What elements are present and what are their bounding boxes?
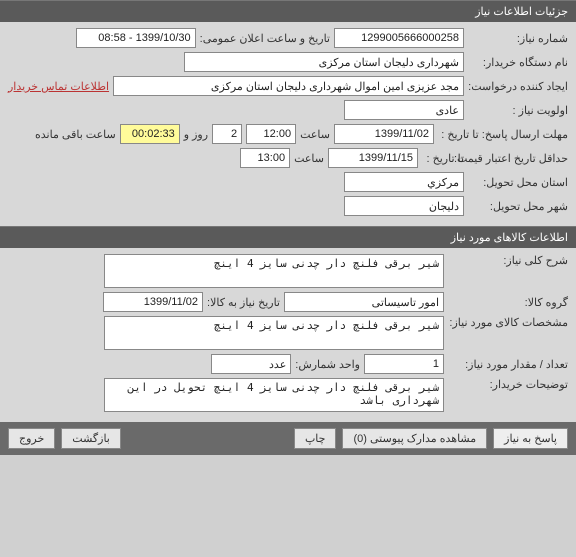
price-validity-label: حداقل تاریخ اعتبار قیمت: (468, 152, 568, 165)
goods-info-body: شرح کلی نیاز: گروه کالا: امور تاسیساتی ت… (0, 248, 576, 422)
spec-field[interactable] (104, 316, 444, 350)
need-date-label: تاریخ نیاز به کالا: (207, 296, 280, 309)
days-field: 2 (212, 124, 242, 144)
desc-field[interactable] (104, 254, 444, 288)
need-info-header: جزئیات اطلاعات نیاز (0, 0, 576, 22)
buyer-notes-label: توضیحات خریدار: (448, 378, 568, 391)
qty-field[interactable]: 1 (364, 354, 444, 374)
province-field: مركزي (344, 172, 464, 192)
price-validity-time-field: 13:00 (240, 148, 290, 168)
creator-label: ایجاد کننده درخواست: (468, 80, 568, 93)
need-number-field: 1299005666000258 (334, 28, 464, 48)
reply-button[interactable]: پاسخ به نیاز (493, 428, 568, 449)
creator-field: مجد عزیزی امین اموال شهرداری دلیجان استا… (113, 76, 464, 96)
buyer-org-field: شهرداری دلیجان استان مرکزی (184, 52, 464, 72)
contact-buyer-link[interactable]: اطلاعات تماس خریدار (8, 80, 109, 93)
city-field: دلیجان (344, 196, 464, 216)
price-validity-time-label: ساعت (294, 152, 324, 165)
need-date-field: 1399/11/02 (103, 292, 203, 312)
remaining-label: ساعت باقی مانده (35, 128, 116, 141)
days-label: روز و (184, 128, 208, 141)
qty-label: تعداد / مقدار مورد نیاز: (448, 358, 568, 371)
group-label: گروه کالا: (448, 296, 568, 309)
deadline-date-field: 1399/11/02 (334, 124, 434, 144)
group-field: امور تاسیساتی (284, 292, 444, 312)
deadline-time-field: 12:00 (246, 124, 296, 144)
public-datetime-label: تاریخ و ساعت اعلان عمومی: (200, 32, 330, 45)
unit-field: عدد (211, 354, 291, 374)
deadline-label: مهلت ارسال پاسخ: تا تاریخ : (438, 128, 568, 141)
priority-label: اولویت نیاز : (468, 104, 568, 117)
remaining-time-field: 00:02:33 (120, 124, 180, 144)
spec-label: مشخصات کالای مورد نیاز: (448, 316, 568, 329)
need-number-label: شماره نیاز: (468, 32, 568, 45)
price-validity-sub: تا تاریخ : (422, 152, 464, 165)
province-label: استان محل تحویل: (468, 176, 568, 189)
city-label: شهر محل تحویل: (468, 200, 568, 213)
exit-button[interactable]: خروج (8, 428, 55, 449)
buyer-org-label: نام دستگاه خریدار: (468, 56, 568, 69)
section1-title: جزئیات اطلاعات نیاز (475, 6, 568, 18)
deadline-time-label: ساعت (300, 128, 330, 141)
price-validity-date-field: 1399/11/15 (328, 148, 418, 168)
attachments-button[interactable]: مشاهده مدارک پیوستی (0) (342, 428, 487, 449)
print-button[interactable]: چاپ (294, 428, 337, 449)
section2-title: اطلاعات کالاهای مورد نیاز (451, 232, 568, 244)
back-button[interactable]: بازگشت (61, 428, 121, 449)
buyer-notes-field[interactable] (104, 378, 444, 412)
goods-info-header: اطلاعات کالاهای مورد نیاز (0, 226, 576, 248)
priority-field: عادی (344, 100, 464, 120)
public-datetime-field: 1399/10/30 - 08:58 (76, 28, 196, 48)
unit-label: واحد شمارش: (295, 358, 360, 371)
footer-bar: پاسخ به نیاز مشاهده مدارک پیوستی (0) چاپ… (0, 422, 576, 455)
desc-label: شرح کلی نیاز: (448, 254, 568, 267)
need-info-body: شماره نیاز: 1299005666000258 تاریخ و ساع… (0, 22, 576, 226)
